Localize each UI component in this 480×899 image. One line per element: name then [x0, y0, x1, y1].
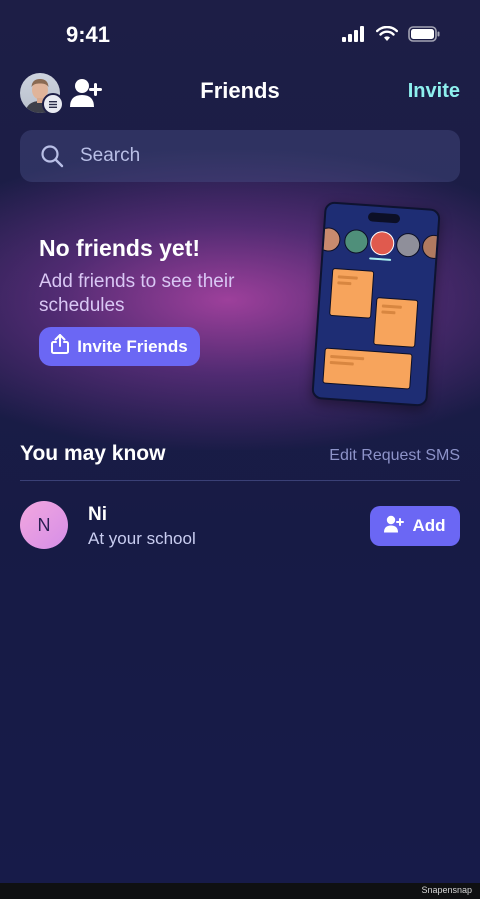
share-icon: [51, 334, 70, 359]
card-line: [329, 360, 354, 366]
watermark: Snapensnap: [421, 885, 472, 895]
add-button-label: Add: [412, 516, 446, 535]
status-icons: [342, 25, 440, 46]
footer-bar: Snapensnap: [0, 883, 480, 899]
illustration-tab-indicator: [369, 257, 392, 261]
illustration-avatar: [369, 230, 396, 257]
illustration-avatar: [343, 228, 370, 255]
search-bar[interactable]: [20, 130, 460, 182]
search-icon: [40, 144, 64, 168]
invite-link[interactable]: Invite: [408, 80, 460, 103]
status-bar: 9:41: [0, 0, 480, 70]
illustration-schedule-card: [322, 347, 413, 390]
phone-screen: [311, 201, 441, 407]
illustration-avatar: [315, 226, 342, 253]
wifi-icon: [376, 25, 398, 46]
friends-screen: 9:41 Friends Invite Search No friends ye…: [0, 0, 480, 883]
card-line: [337, 281, 352, 286]
add-friend-button[interactable]: Add: [370, 506, 460, 546]
card-line: [337, 275, 358, 280]
card-line: [381, 304, 402, 309]
divider: [20, 480, 460, 481]
empty-state-subtitle: Add friends to see their schedules: [39, 271, 235, 316]
card-line: [330, 354, 365, 361]
battery-icon: [408, 26, 440, 46]
invite-friends-label: Invite Friends: [77, 336, 188, 356]
section-title: You may know: [20, 442, 166, 465]
edit-request-sms-link[interactable]: Edit Request SMS: [329, 447, 460, 465]
illustration-avatar: [395, 232, 421, 258]
contact-subtitle: At your school: [88, 529, 196, 548]
phone-illustration: [311, 201, 441, 407]
search-input[interactable]: [78, 144, 422, 168]
add-person-icon: [384, 515, 405, 538]
empty-state-title: No friends yet!: [39, 235, 201, 261]
phone-notch: [367, 212, 401, 224]
cellular-signal-icon: [342, 26, 366, 46]
avatar: N: [20, 501, 68, 549]
illustration-avatar: [421, 234, 441, 260]
contact-name: Ni: [88, 504, 107, 525]
list-item[interactable]: N Ni At your school Add: [20, 500, 460, 552]
illustration-schedule-card: [373, 297, 419, 348]
status-time: 9:41: [66, 22, 111, 47]
card-line: [381, 310, 396, 315]
invite-friends-button[interactable]: Invite Friends: [39, 327, 200, 366]
illustration-schedule-card: [329, 267, 375, 319]
